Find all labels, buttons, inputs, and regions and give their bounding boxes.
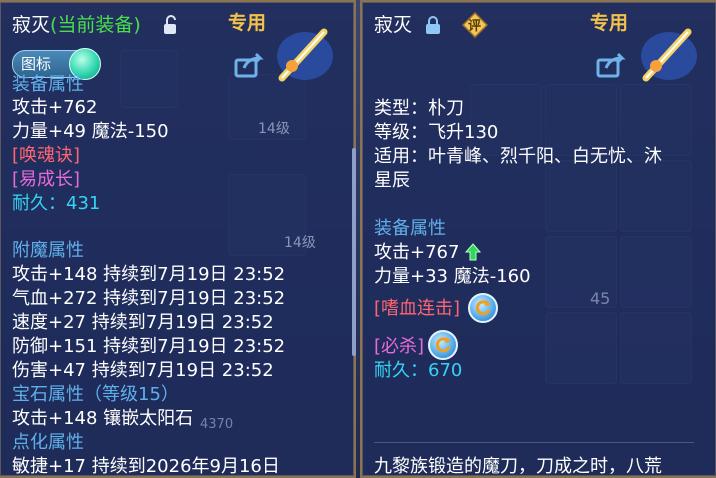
enchant-stat: 气血+272 持续到7月19日 23:52 xyxy=(12,288,286,309)
share-icon[interactable] xyxy=(596,52,626,82)
bg-level-badge: 14级 xyxy=(284,235,316,251)
exclusive-label: 专用 xyxy=(228,12,267,34)
refresh-icon[interactable] xyxy=(428,330,458,360)
refine-section-title: 点化属性 xyxy=(12,432,84,453)
weapon-thumbnail-icon xyxy=(274,26,336,86)
base-section-title: 装备属性 xyxy=(374,218,446,239)
durability: 耐久：670 xyxy=(374,360,463,381)
base-stat: 力量+33 魔法-160 xyxy=(374,266,531,287)
level-line: 等级：飞升130 xyxy=(374,122,499,143)
exclusive-label: 专用 xyxy=(590,12,629,34)
skill-label: [嗜血连击] xyxy=(374,298,461,319)
gem-section-title: 宝石属性（等级15） xyxy=(12,384,179,405)
rate-badge[interactable]: 评 xyxy=(461,11,489,39)
scrollbar[interactable] xyxy=(352,148,356,356)
base-stat: 力量+49 魔法-150 xyxy=(12,121,169,142)
durability: 耐久：431 xyxy=(12,193,101,214)
bg-bar-value: 4370 xyxy=(200,417,234,432)
base-stat: 攻击+762 xyxy=(12,97,98,118)
icon-toggle-label: 图标 xyxy=(21,55,52,73)
skill-label: [唤魂诀] xyxy=(12,145,81,166)
weapon-thumbnail-icon xyxy=(638,26,700,86)
refresh-icon[interactable] xyxy=(468,293,498,323)
unlock-icon[interactable] xyxy=(162,15,180,39)
divider xyxy=(374,442,694,443)
enchant-stat: 伤害+47 持续到7月19日 23:52 xyxy=(12,360,274,381)
bg-level-badge: 14级 xyxy=(258,121,290,137)
enchant-stat: 攻击+148 持续到7月19日 23:52 xyxy=(12,264,286,285)
item-name: 寂灭 xyxy=(374,14,413,36)
share-icon[interactable] xyxy=(234,52,264,82)
gem-stat: 攻击+148 镶嵌太阳石 xyxy=(12,408,194,429)
skill-label: [必杀] xyxy=(374,336,425,357)
base-section-title: 装备属性 xyxy=(12,74,84,95)
current-equip-tag: (当前装备) xyxy=(50,14,141,36)
up-arrow-icon xyxy=(465,243,482,267)
enchant-stat: 速度+27 持续到7月19日 23:52 xyxy=(12,312,274,333)
bg-count: 45 xyxy=(590,289,611,308)
enchant-section-title: 附魔属性 xyxy=(12,240,84,261)
refine-stat: 敏捷+17 持续到2026年9月16日 xyxy=(12,456,280,477)
type-line: 类型：朴刀 xyxy=(374,98,464,119)
rate-badge-text: 评 xyxy=(468,19,482,34)
fit-line: 星辰 xyxy=(374,170,410,191)
lock-icon[interactable] xyxy=(424,15,442,39)
fit-line: 适用：叶青峰、烈千阳、白无忧、沐 xyxy=(374,146,662,167)
item-name: 寂灭(当前装备) xyxy=(12,14,141,36)
base-stat: 攻击+767 xyxy=(374,242,482,267)
skill-label: [易成长] xyxy=(12,169,81,190)
item-description: 九黎族锻造的魔刀，刀成之时，八荒 xyxy=(374,456,662,477)
compare-item-tooltip: 寂灭 评 专用 类型：朴刀 等级：飞升130 适用：叶青峰、烈千阳、白无忧、沐 … xyxy=(360,0,716,478)
enchant-stat: 防御+151 持续到7月19日 23:52 xyxy=(12,336,286,357)
